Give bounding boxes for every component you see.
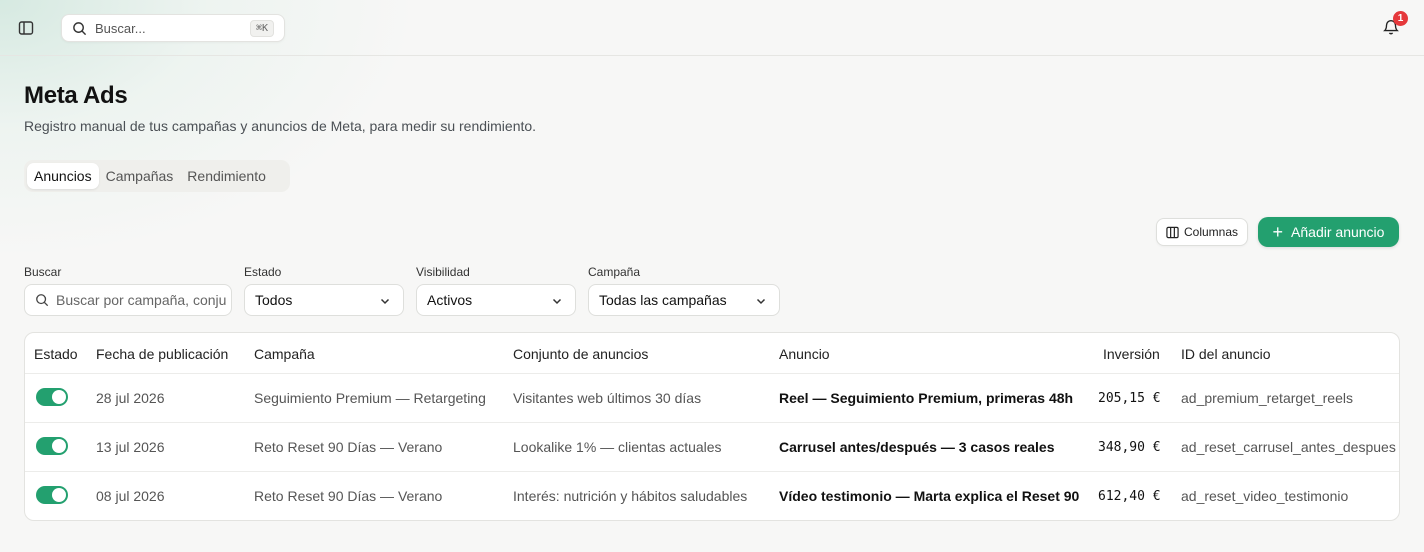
page-title: Meta Ads — [24, 82, 128, 109]
row-date: 28 jul 2026 — [96, 390, 165, 406]
row-spend: 348,90 € — [1098, 440, 1161, 455]
column-header-campaign[interactable]: Campaña — [254, 346, 315, 362]
row-adset: Visitantes web últimos 30 días — [513, 390, 702, 406]
search-icon — [36, 294, 49, 307]
row-ad: Reel — Seguimiento Premium, primeras 48h — [779, 390, 1074, 406]
visibility-select[interactable]: Activos — [416, 284, 576, 316]
sidebar-toggle-icon[interactable] — [16, 18, 36, 38]
search-icon — [73, 21, 87, 35]
campaign-select-value: Todas las campañas — [599, 292, 727, 308]
columns-icon — [1166, 226, 1179, 238]
row-campaign: Seguimiento Premium — Retargeting — [254, 390, 486, 406]
status-toggle[interactable] — [36, 388, 68, 406]
row-spend: 205,15 € — [1098, 391, 1161, 406]
tab-bar: Anuncios Campañas Rendimiento — [24, 160, 290, 192]
tab-anuncios[interactable]: Anuncios — [27, 163, 99, 189]
row-campaign: Reto Reset 90 Días — Verano — [254, 439, 443, 455]
plus-icon: + — [1272, 222, 1284, 242]
chevron-down-icon — [552, 298, 562, 305]
row-ad: Carrusel antes/después — 3 casos reales — [779, 439, 1055, 455]
row-spend: 612,40 € — [1098, 489, 1161, 504]
search-filter-field — [24, 284, 232, 316]
global-search-placeholder: Buscar... — [95, 20, 146, 36]
visibility-filter-label: Visibilidad — [416, 265, 470, 279]
column-header-adset[interactable]: Conjunto de anuncios — [513, 346, 648, 362]
column-header-ad[interactable]: Anuncio — [779, 346, 830, 362]
status-select-value: Todos — [255, 292, 293, 308]
row-ad-id: ad_reset_video_testimonio — [1181, 488, 1349, 504]
table-header: Estado Fecha de publicación Campaña Conj… — [25, 333, 1399, 374]
row-date: 08 jul 2026 — [96, 488, 165, 504]
status-toggle[interactable] — [36, 486, 68, 504]
row-campaign: Reto Reset 90 Días — Verano — [254, 488, 443, 504]
search-filter-label: Buscar — [24, 265, 62, 279]
columns-button-label: Columnas — [1183, 225, 1239, 239]
ads-table: Estado Fecha de publicación Campaña Conj… — [24, 332, 1400, 521]
toggle-knob — [52, 488, 66, 502]
toggle-knob — [52, 439, 66, 453]
status-toggle[interactable] — [36, 437, 68, 455]
tab-campanas[interactable]: Campañas — [99, 163, 181, 189]
search-filter-input[interactable] — [56, 292, 226, 308]
add-ad-button[interactable]: + Añadir anuncio — [1258, 217, 1399, 247]
chevron-down-icon — [380, 298, 390, 305]
tab-rendimiento[interactable]: Rendimiento — [180, 163, 273, 189]
visibility-select-value: Activos — [427, 292, 473, 308]
notification-badge: 1 — [1393, 11, 1408, 26]
row-ad-id: ad_premium_retarget_reels — [1181, 390, 1353, 406]
column-header-ad-id[interactable]: ID del anuncio — [1181, 346, 1271, 362]
row-adset: Lookalike 1% — clientas actuales — [513, 439, 722, 455]
add-ad-button-label: Añadir anuncio — [1291, 224, 1385, 240]
column-header-spend[interactable]: Inversión — [1103, 346, 1160, 362]
status-select[interactable]: Todos — [244, 284, 404, 316]
chevron-down-icon — [756, 298, 766, 305]
row-ad: Vídeo testimonio — Marta explica el Rese… — [779, 488, 1080, 504]
campaign-select[interactable]: Todas las campañas — [588, 284, 780, 316]
table-row[interactable]: 08 jul 2026 Reto Reset 90 Días — Verano … — [25, 472, 1399, 520]
row-date: 13 jul 2026 — [96, 439, 165, 455]
toggle-knob — [52, 390, 66, 404]
global-search-input[interactable]: Buscar... ⌘K — [61, 14, 285, 42]
row-ad-id: ad_reset_carrusel_antes_despues — [1181, 439, 1396, 455]
table-row[interactable]: 13 jul 2026 Reto Reset 90 Días — Verano … — [25, 423, 1399, 472]
shortcut-badge: ⌘K — [249, 19, 274, 37]
column-header-date[interactable]: Fecha de publicación — [96, 346, 228, 362]
page-subtitle: Registro manual de tus campañas y anunci… — [24, 118, 537, 134]
columns-button[interactable]: Columnas — [1156, 218, 1248, 246]
top-bar: Buscar... ⌘K 1 — [0, 0, 1424, 56]
status-filter-label: Estado — [244, 265, 282, 279]
column-header-status[interactable]: Estado — [34, 346, 78, 362]
table-row[interactable]: 28 jul 2026 Seguimiento Premium — Retarg… — [25, 374, 1399, 423]
campaign-filter-label: Campaña — [588, 265, 641, 279]
row-adset: Interés: nutrición y hábitos saludables — [513, 488, 748, 504]
